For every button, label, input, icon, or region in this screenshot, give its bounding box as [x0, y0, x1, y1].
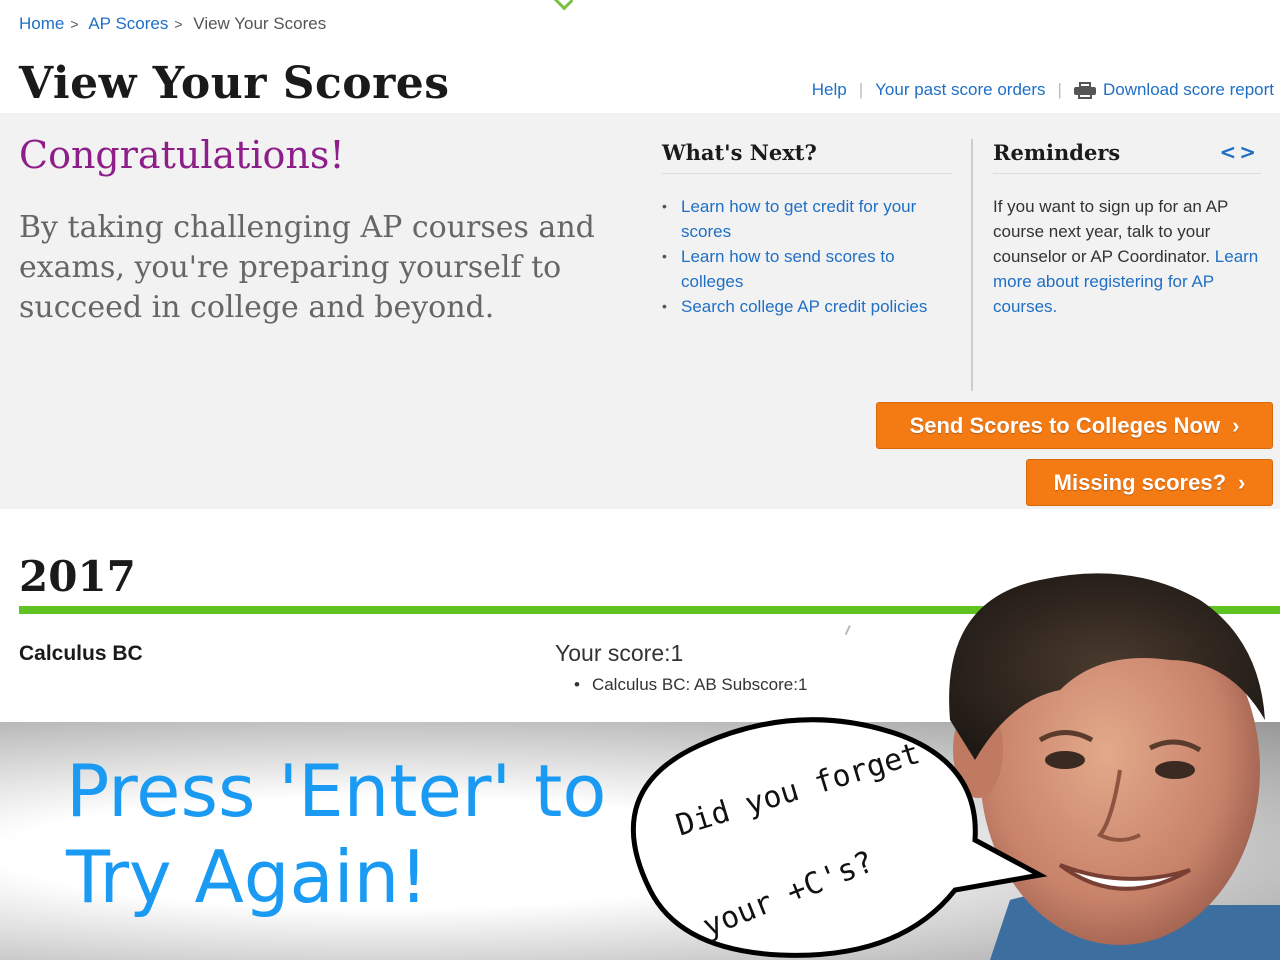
speech-bubble: [630, 717, 1048, 958]
